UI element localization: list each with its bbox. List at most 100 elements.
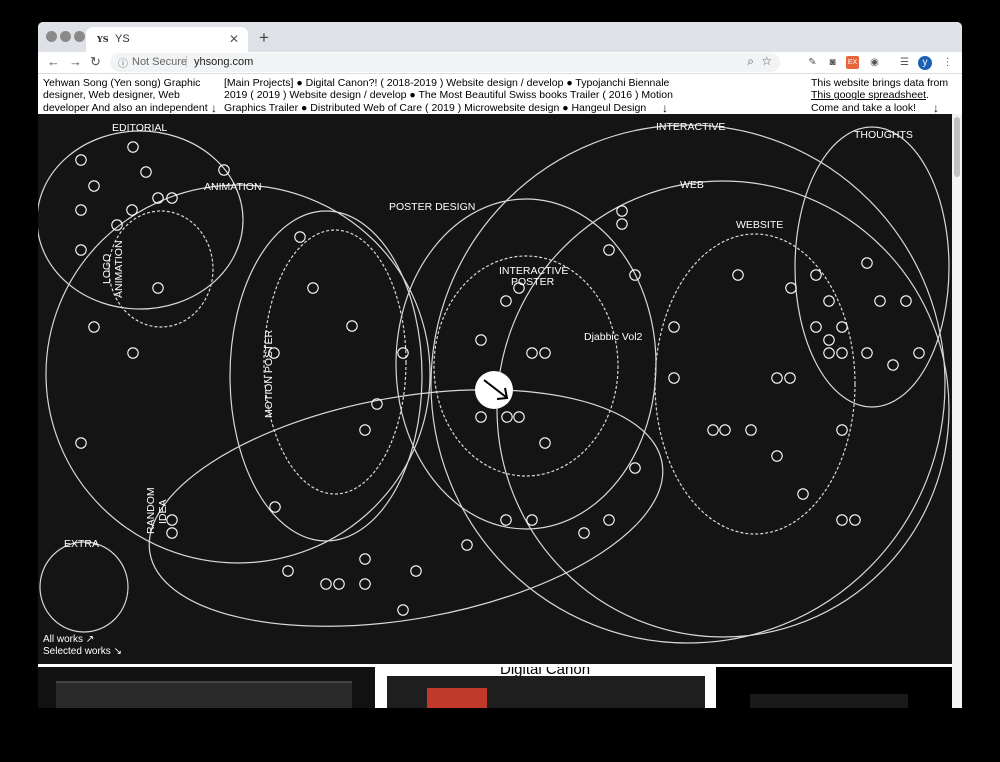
profile-avatar[interactable]: y (918, 56, 932, 70)
browser-tab[interactable]: YS YS ✕ (86, 27, 248, 52)
project-dot[interactable] (771, 372, 783, 384)
project-dot[interactable] (784, 372, 796, 384)
project-dot[interactable] (75, 154, 87, 166)
project-dot[interactable] (88, 180, 100, 192)
interactive-poster-region[interactable] (433, 255, 619, 477)
animation-region[interactable] (45, 184, 431, 564)
project-dot[interactable] (397, 604, 409, 616)
scrollbar-thumb[interactable] (954, 117, 960, 177)
url-text[interactable]: yhsong.com (194, 56, 253, 68)
random-idea-label-2[interactable]: IDEA (157, 499, 169, 524)
website-label[interactable]: WEBSITE (736, 219, 783, 231)
project-dot[interactable] (397, 347, 409, 359)
motion-poster-region[interactable] (263, 229, 407, 495)
thoughts-label[interactable]: THOUGHTS (854, 129, 913, 141)
project-dot[interactable] (887, 359, 899, 371)
project-dot[interactable] (475, 334, 487, 346)
interactive-label[interactable]: INTERACTIVE (656, 121, 725, 133)
project-thumbnail-2[interactable]: Digital Canon (383, 667, 715, 708)
project-dot[interactable] (707, 424, 719, 436)
project-dot[interactable] (578, 527, 590, 539)
project-dot[interactable] (861, 257, 873, 269)
web-region[interactable] (496, 180, 950, 638)
poster-design-region[interactable] (229, 210, 423, 542)
project-dot[interactable] (616, 218, 628, 230)
project-dot[interactable] (140, 166, 152, 178)
animation-label[interactable]: ANIMATION (204, 181, 262, 193)
editorial-region[interactable] (38, 130, 244, 310)
project-dot[interactable] (359, 553, 371, 565)
website-region[interactable] (654, 233, 856, 535)
projects-scroll-arrow-icon[interactable]: ↓ (662, 101, 668, 115)
project-dot[interactable] (810, 321, 822, 333)
project-dot[interactable] (88, 321, 100, 333)
project-dot[interactable] (745, 424, 757, 436)
project-dot[interactable] (320, 578, 332, 590)
project-thumbnail-3[interactable] (716, 667, 952, 708)
project-dot[interactable] (359, 424, 371, 436)
project-dot[interactable] (719, 424, 731, 436)
intro-scroll-arrow-icon[interactable]: ↓ (211, 101, 217, 115)
project-dot[interactable] (771, 450, 783, 462)
project-dot[interactable] (307, 282, 319, 294)
close-tab-icon[interactable]: ✕ (229, 32, 239, 46)
spreadsheet-link[interactable]: This google spreadsheet (811, 89, 926, 101)
orange-extension-icon[interactable]: EX (846, 56, 859, 69)
project-dot[interactable] (836, 321, 848, 333)
project-dot[interactable] (823, 295, 835, 307)
interactive-poster-label-2[interactable]: POSTER (511, 276, 555, 288)
playlist-icon[interactable]: ☰ (898, 56, 911, 69)
extra-label[interactable]: EXTRA (64, 538, 99, 550)
random-idea-label-1[interactable]: RANDOM (145, 487, 157, 534)
project-dot[interactable] (75, 244, 87, 256)
new-tab-button[interactable]: + (259, 28, 269, 48)
project-dot[interactable] (269, 501, 281, 513)
all-works-link[interactable]: All works ↗ (43, 634, 122, 646)
project-dot[interactable] (461, 539, 473, 551)
project-dot[interactable] (500, 295, 512, 307)
project-dot[interactable] (539, 347, 551, 359)
project-dot[interactable] (410, 565, 422, 577)
zoom-window-button[interactable] (74, 31, 85, 42)
project-dot[interactable] (668, 321, 680, 333)
note-scroll-arrow-icon[interactable]: ↓ (933, 101, 939, 115)
address-bar[interactable]: ⓘ Not Secure | yhsong.com ⌕ ☆ (110, 53, 780, 72)
project-dot[interactable] (282, 565, 294, 577)
back-icon[interactable]: ← (47, 54, 60, 69)
project-dot[interactable] (836, 424, 848, 436)
project-dot[interactable] (836, 347, 848, 359)
project-dot[interactable] (127, 141, 139, 153)
project-dot[interactable] (823, 347, 835, 359)
reload-icon[interactable]: ↻ (90, 54, 101, 70)
editorial-label[interactable]: EDITORIAL (112, 122, 167, 134)
project-dot[interactable] (629, 462, 641, 474)
project-dot[interactable] (913, 347, 925, 359)
selected-works-link[interactable]: Selected works ↘ (43, 646, 122, 658)
close-window-button[interactable] (46, 31, 57, 42)
project-dot[interactable] (849, 514, 861, 526)
project-dot[interactable] (513, 411, 525, 423)
project-dot[interactable] (526, 514, 538, 526)
project-dot[interactable] (75, 437, 87, 449)
motion-poster-label[interactable]: MOTION POSTER (263, 329, 275, 418)
project-dot[interactable] (616, 205, 628, 217)
project-dot[interactable] (823, 334, 835, 346)
menu-kebab-icon[interactable]: ⋮ (941, 56, 954, 69)
project-dot[interactable] (500, 514, 512, 526)
project-dot[interactable] (333, 578, 345, 590)
logo-animation-label-2[interactable]: ANIMATION (113, 240, 125, 298)
zoom-icon[interactable]: ⌕ (747, 54, 754, 69)
bookmark-star-icon[interactable]: ☆ (761, 54, 772, 68)
project-dot[interactable] (900, 295, 912, 307)
project-dot[interactable] (475, 411, 487, 423)
project-dot[interactable] (810, 269, 822, 281)
project-dot[interactable] (785, 282, 797, 294)
project-dot[interactable] (501, 411, 513, 423)
poster-design-label[interactable]: POSTER DESIGN (389, 201, 475, 213)
project-dot[interactable] (166, 527, 178, 539)
project-dot[interactable] (732, 269, 744, 281)
forward-icon[interactable]: → (69, 54, 82, 69)
project-dot[interactable] (75, 204, 87, 216)
project-dot[interactable] (861, 347, 873, 359)
project-dot[interactable] (603, 244, 615, 256)
